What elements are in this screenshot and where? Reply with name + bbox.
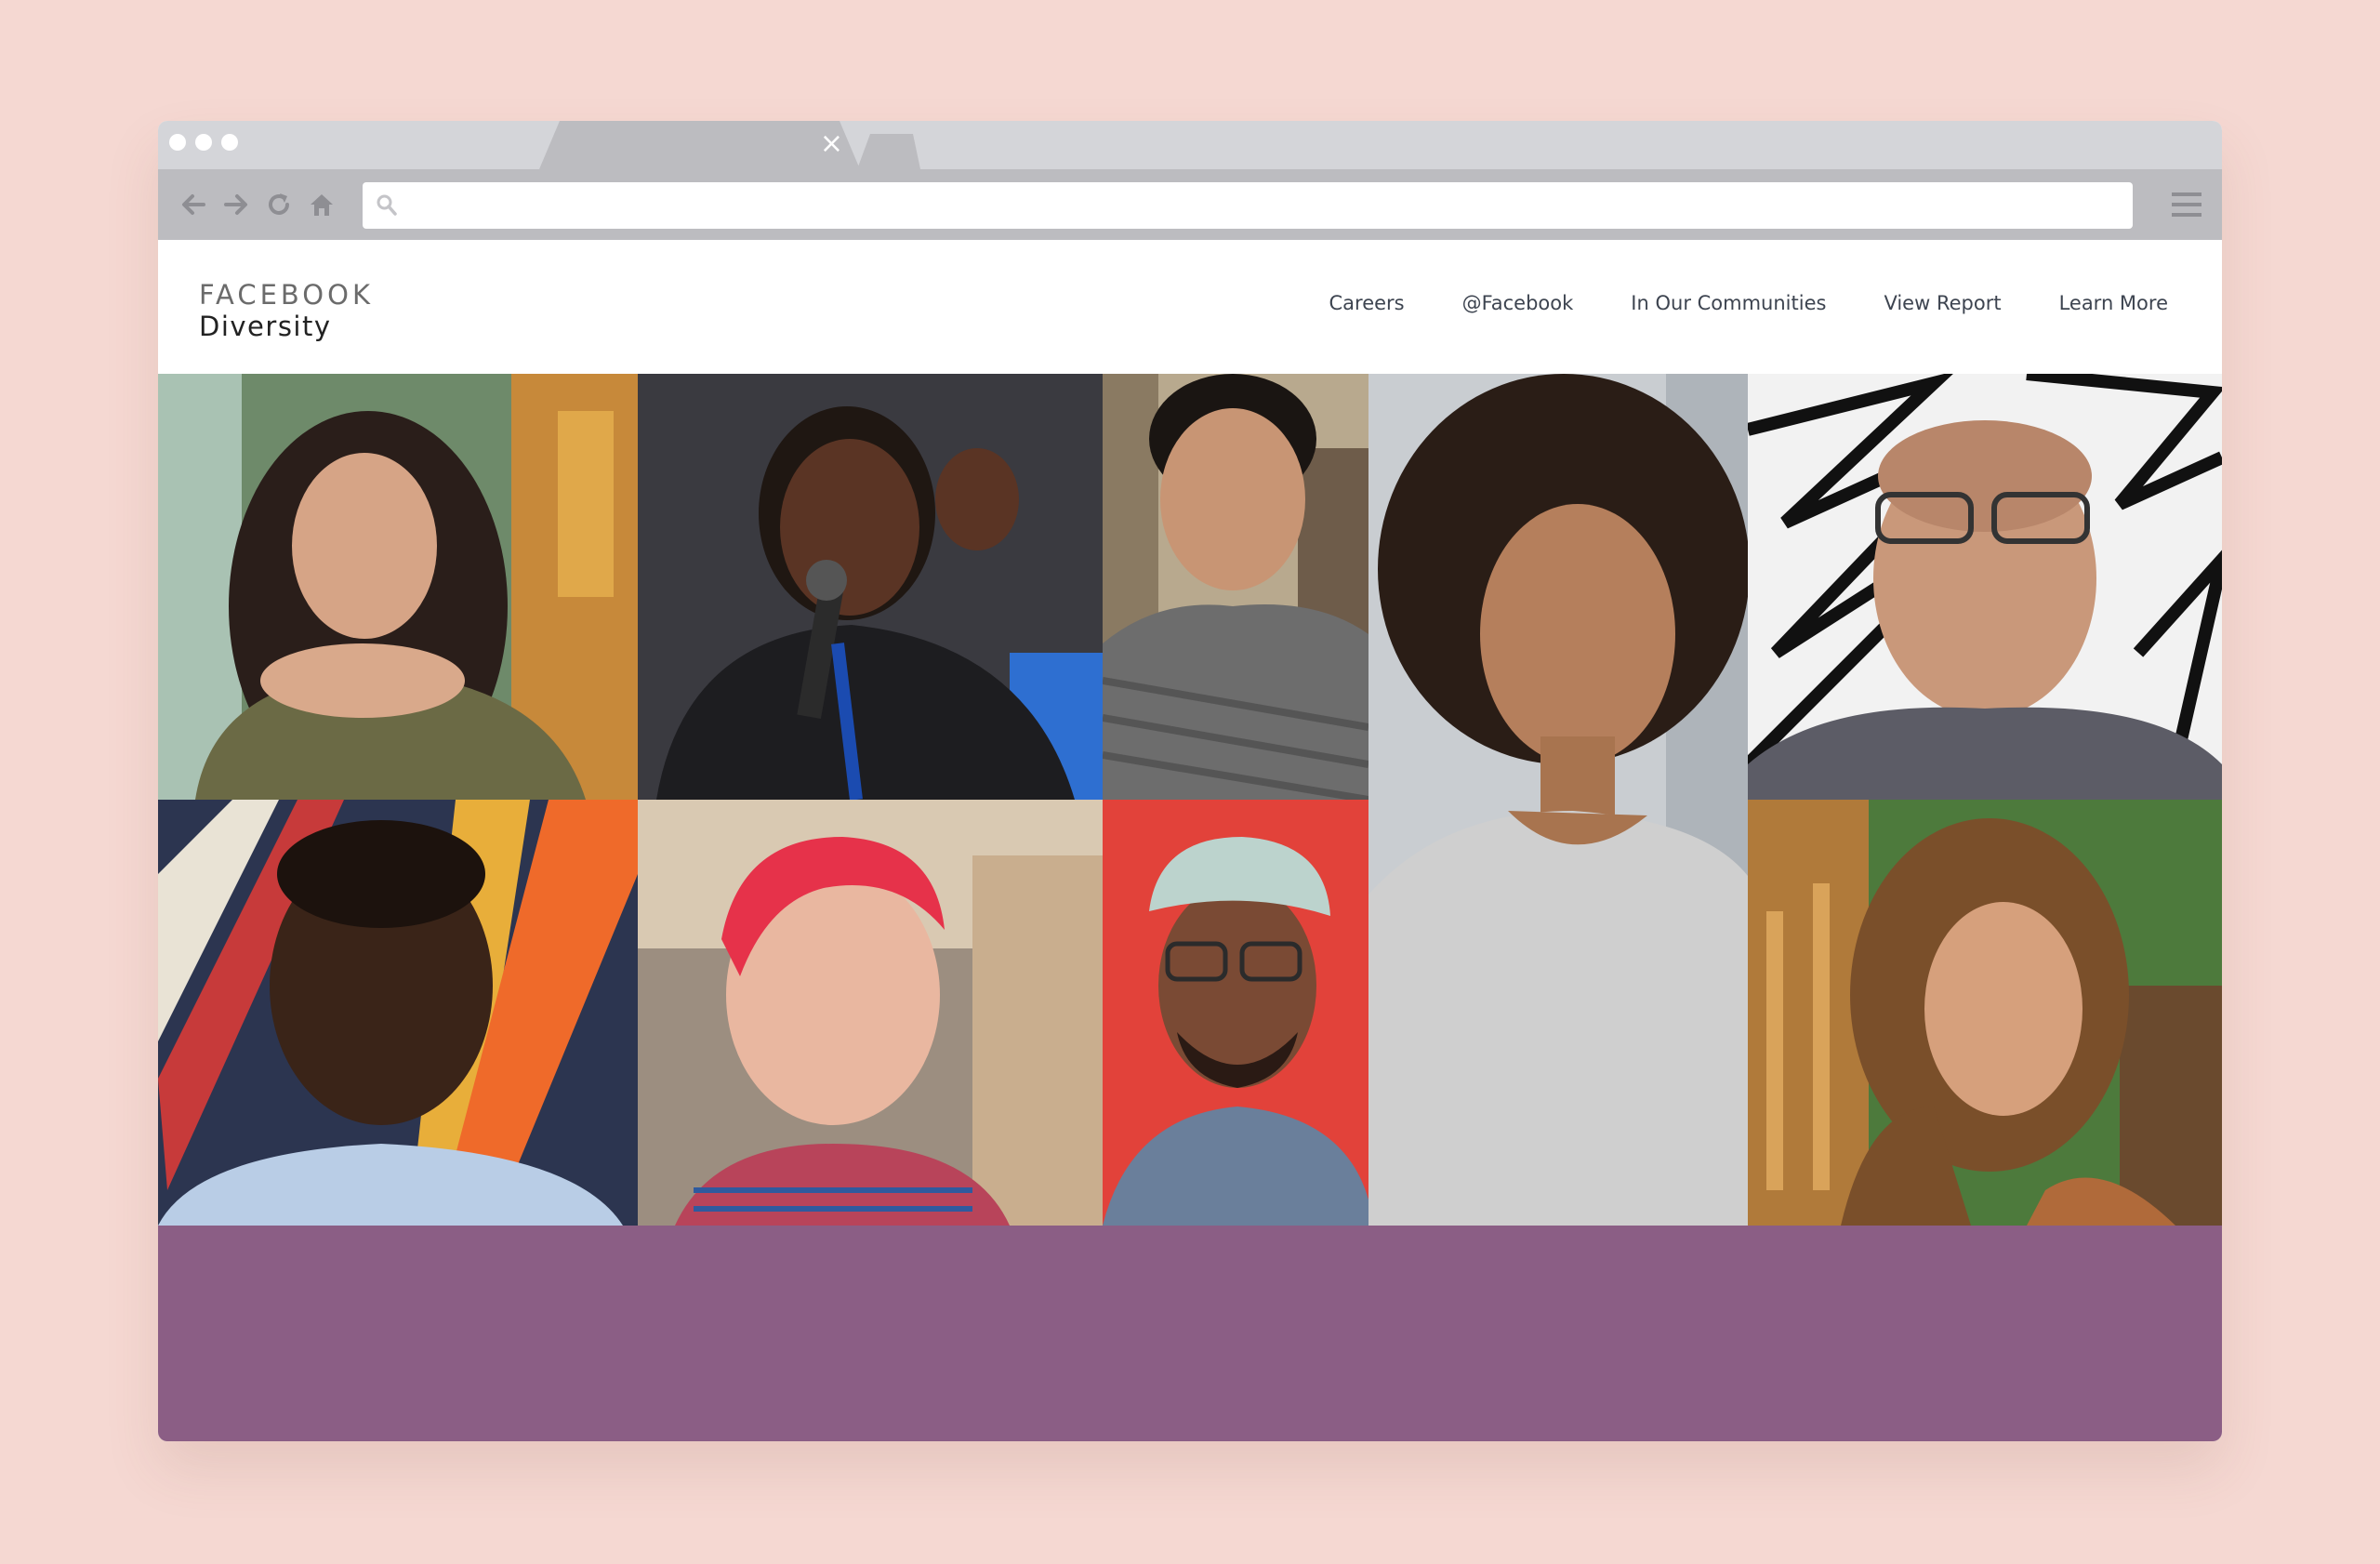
tab-shape (539, 121, 860, 169)
main-nav: Careers @Facebook In Our Communities Vie… (1329, 292, 2168, 314)
tab-strip: × (158, 121, 2222, 169)
nav-learn-more[interactable]: Learn More (2059, 292, 2168, 314)
logo-line2: Diversity (199, 311, 332, 342)
photo-man-cap-glasses (1103, 800, 1368, 1226)
photo-man-glasses (1748, 374, 2222, 800)
home-icon[interactable] (305, 188, 338, 221)
new-tab-button[interactable] (857, 132, 922, 169)
window-close-dot[interactable] (169, 134, 186, 151)
active-tab[interactable]: × (539, 121, 860, 169)
browser-toolbar (158, 169, 2222, 240)
photo-woman-hijab (1748, 800, 2222, 1226)
footer-band (158, 1226, 2222, 1441)
address-bar[interactable] (363, 182, 2133, 229)
hamburger-menu-icon[interactable] (2172, 192, 2202, 218)
tab-close-icon[interactable]: × (820, 128, 843, 160)
photo-speaker (638, 374, 1103, 800)
photo-man-blue-shirt (158, 800, 638, 1226)
window-minimize-dot[interactable] (195, 134, 212, 151)
photo-man-grey-shirt (1103, 374, 1368, 800)
reload-icon[interactable] (262, 188, 296, 221)
photo-grid (158, 374, 2222, 1226)
site-header: FACEBOOK Diversity Careers @Facebook In … (158, 240, 2222, 374)
nav-in-our-communities[interactable]: In Our Communities (1631, 292, 1826, 314)
nav-view-report[interactable]: View Report (1884, 292, 2001, 314)
browser-window: × FACEBOOK Diversity Careers @Facebook I… (158, 121, 2222, 1441)
arrow-right-icon[interactable] (219, 188, 253, 221)
site-logo[interactable]: FACEBOOK Diversity (199, 279, 374, 342)
photo-woman-dark-hair (158, 374, 638, 800)
arrow-left-icon[interactable] (177, 188, 210, 221)
nav-facebook[interactable]: @Facebook (1462, 292, 1574, 314)
photo-woman-pink-hair (638, 800, 1103, 1226)
search-icon (377, 194, 397, 216)
photo-woman-curly-hair (1368, 374, 1748, 1226)
logo-line1: FACEBOOK (199, 279, 374, 311)
nav-careers[interactable]: Careers (1329, 292, 1404, 314)
url-input[interactable] (407, 182, 2118, 229)
window-zoom-dot[interactable] (221, 134, 238, 151)
